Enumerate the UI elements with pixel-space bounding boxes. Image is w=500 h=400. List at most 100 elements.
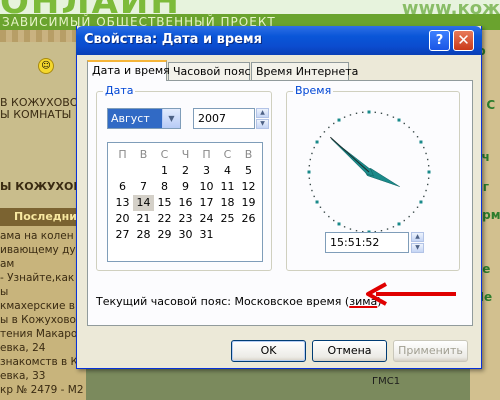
calendar-day[interactable]: 28 [133,227,154,243]
news-item[interactable]: тения Макаров [0,328,83,340]
time-spinner[interactable]: ▲ ▼ [411,232,424,253]
month-select[interactable]: Август ▼ [107,108,181,129]
second-hand [330,136,370,173]
minute-mark [311,152,313,155]
news-item[interactable]: кр № 2479 - М2 [0,384,84,396]
news-item[interactable]: ам [0,258,14,270]
calendar-day[interactable]: 13 [112,195,133,211]
minute-mark [386,228,389,230]
minute-mark [425,152,427,155]
time-input[interactable]: 15:51:52 [325,232,409,253]
minute-mark [323,211,326,213]
minute-mark [311,189,313,192]
calendar-day[interactable]: 1 [154,163,175,179]
minute-mark [426,158,429,161]
calendar-day[interactable]: 17 [196,195,217,211]
calendar-day[interactable]: 4 [217,163,238,179]
calendar-day[interactable]: 18 [217,195,238,211]
news-item[interactable]: ивающему дух [0,244,82,256]
calendar-day[interactable]: 16 [175,195,196,211]
weekday-header: В [244,148,253,161]
calendar-day[interactable]: 15 [154,195,175,211]
calendar-day[interactable]: 25 [217,211,238,227]
minute-mark [426,183,429,186]
minute-mark [349,228,352,230]
date-time-properties-dialog: Свойства: Дата и время ? ✕ Дата и время … [76,26,482,369]
news-item[interactable]: ама на колен [0,230,74,242]
spin-down-icon[interactable]: ▼ [411,243,424,253]
news-item[interactable]: евка, 33 [0,370,45,382]
minute-mark [403,122,405,125]
calendar-day[interactable]: 5 [238,163,259,179]
weekday-header: С [160,148,169,161]
date-group: Дата Август ▼ 2007 ▲ ▼ ПВСЧПСВ1234567891… [96,84,272,271]
calendar-day[interactable]: 10 [196,179,217,195]
calendar-day[interactable]: 9 [175,179,196,195]
chevron-down-icon[interactable]: ▼ [162,109,180,128]
calendar-day[interactable]: 3 [196,163,217,179]
spin-up-icon[interactable]: ▲ [411,232,424,242]
timezone-prefix: Текущий часовой пояс: Московское время ( [96,295,350,308]
tab-date-time[interactable]: Дата и время [87,60,170,81]
minute-mark [343,116,346,118]
spin-down-icon[interactable]: ▼ [256,119,269,129]
title-bar[interactable]: Свойства: Дата и время ? ✕ [76,26,482,55]
minute-mark [309,158,312,161]
calendar-empty-cell [112,163,133,179]
cancel-button[interactable]: Отмена [312,340,387,362]
news-item[interactable]: - Узнайте,как [0,272,74,284]
side-link[interactable]: Ы КОМНАТЫ [0,108,71,121]
calendar-day[interactable]: 11 [217,179,238,195]
minute-mark [362,111,364,114]
calendar-day[interactable]: 8 [154,179,175,195]
calendar-day[interactable]: 20 [112,211,133,227]
calendar-day[interactable]: 2 [175,163,196,179]
calendar-day[interactable]: 7 [133,179,154,195]
time-group-label: Время [293,84,334,97]
minute-mark [308,165,311,167]
calendar-grid: П В С Ч П С В 1 2 3 4 5 6 7 8 9 10 11 12 13 14 15 16 17 18 19 20 21… [112,147,259,243]
tab-internet-time[interactable]: Время Интернета [251,62,358,80]
calendar-day[interactable]: 24 [196,211,217,227]
minute-mark [408,126,410,129]
calendar-day[interactable]: 27 [112,227,133,243]
minute-mark [333,122,335,125]
minute-mark [392,116,395,118]
minute-mark [392,226,395,228]
spin-up-icon[interactable]: ▲ [256,108,269,118]
minute-mark [333,219,335,222]
apply-button[interactable]: Применить [393,340,468,362]
ok-button[interactable]: OK [231,340,306,362]
weekday-header: Ч [181,148,190,161]
year-input[interactable]: 2007 [193,108,255,129]
site-url: www.кож [401,0,500,19]
calendar-day[interactable]: 22 [154,211,175,227]
news-item[interactable]: знакомств в К [0,356,78,368]
calendar-day[interactable]: 19 [238,195,259,211]
calendar-day[interactable]: 30 [175,227,196,243]
analog-clock [305,108,433,236]
minute-mark [423,146,425,149]
calendar-day[interactable]: 26 [238,211,259,227]
news-item[interactable]: ы в Кожухово [0,314,76,326]
calendar-day[interactable]: 29 [154,227,175,243]
help-button[interactable]: ? [429,30,450,51]
calendar-day[interactable]: 23 [175,211,196,227]
calendar-day[interactable]: 6 [112,179,133,195]
calendar-day[interactable]: 21 [133,211,154,227]
calendar-day[interactable]: 12 [238,179,259,195]
map-label: ГМС1 [372,376,401,387]
hour-mark [419,200,423,204]
news-item[interactable]: ы [0,286,8,298]
minute-mark [386,114,389,116]
news-item[interactable]: кмахерские в [0,300,75,312]
year-spinner[interactable]: ▲ ▼ [256,108,269,129]
hour-mark [315,140,319,144]
news-item[interactable]: евка, 24 [0,342,45,354]
tab-timezone[interactable]: Часовой пояс [168,62,251,80]
calendar-day[interactable]: 31 [196,227,217,243]
close-button[interactable]: ✕ [453,30,474,51]
minute-mark [427,177,430,179]
calendar-day[interactable]: 14 [133,195,154,211]
minute-mark [403,219,405,222]
